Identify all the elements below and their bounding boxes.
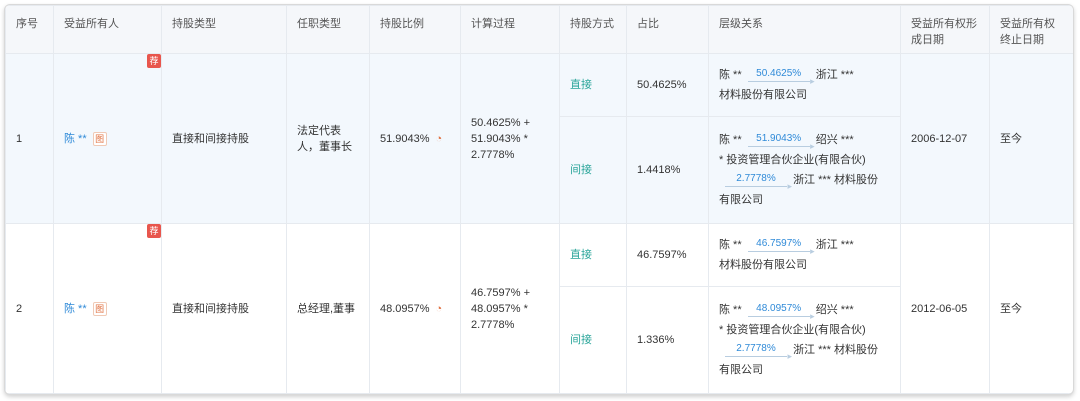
col-header-holding-type: 持股类型	[161, 5, 287, 54]
end-date: 至今	[989, 53, 1073, 224]
owner-cell: 荐 陈 ** 图	[53, 53, 162, 224]
share-value: 50.4625%	[626, 53, 709, 117]
chain-cell: 陈 ** 51.9043% 绍兴 *** * 投资管理合伙企业(有限合伙) 2.…	[708, 116, 901, 224]
chain-cell: 陈 ** 50.4625% 浙江 *** 材料股份有限公司	[708, 53, 901, 117]
owner-cell: 荐 陈 ** 图	[53, 223, 162, 394]
col-header-start-date: 受益所有权形成日期	[900, 5, 990, 54]
chain-cell: 陈 ** 46.7597% 浙江 *** 材料股份有限公司	[708, 223, 901, 287]
ratio-value: 48.0957%	[380, 302, 430, 315]
calc-process: 46.7597% + 48.0957% * 2.7778%	[460, 223, 560, 394]
role: 总经理,董事	[286, 223, 370, 394]
holding-type: 直接和间接持股	[161, 223, 287, 394]
chain-company: 浙江 *** 材料股份	[793, 174, 879, 186]
owner-name-link[interactable]: 陈 **	[64, 301, 87, 317]
chain-company-rest: 材料股份有限公司	[719, 259, 807, 271]
arrow-right-icon: 2.7778%	[725, 173, 792, 192]
pie-chart-icon[interactable]: ◔	[436, 133, 448, 145]
col-header-index: 序号	[5, 5, 54, 54]
calc-process: 50.4625% + 51.9043% * 2.7778%	[460, 53, 560, 224]
col-header-end-date: 受益所有权终止日期	[989, 5, 1073, 54]
chain-company-rest: 有限公司	[719, 364, 763, 376]
pie-chart-icon[interactable]: ◔	[436, 303, 448, 315]
chain-partnership-rest: * 投资管理合伙企业(有限合伙)	[719, 324, 866, 336]
arrow-right-icon: 46.7597%	[748, 238, 815, 257]
chain-company: 浙江 ***	[815, 69, 854, 81]
beneficial-owner-table-frame: 序号 受益所有人 持股类型 任职类型 持股比例 计算过程 持股方式 占比 层级关…	[4, 4, 1074, 395]
role: 法定代表人，董事长	[286, 53, 370, 224]
table-row: 2 荐 陈 ** 图 直接和间接持股 总经理,董事 48.0957% ◔ 46.75…	[5, 223, 1073, 394]
table-row: 1 荐 陈 ** 图 直接和间接持股 法定代表人，董事长 51.9043% ◔ 50…	[5, 53, 1073, 224]
holding-type: 直接和间接持股	[161, 53, 287, 224]
mode-indirect: 间接	[559, 116, 627, 224]
header-row: 序号 受益所有人 持股类型 任职类型 持股比例 计算过程 持股方式 占比 层级关…	[5, 5, 1073, 54]
chain-percent: 46.7597%	[756, 238, 802, 250]
ratio-cell: 48.0957% ◔	[369, 223, 461, 394]
chain-person: 陈 **	[719, 69, 742, 81]
col-header-calc: 计算过程	[460, 5, 560, 54]
start-date: 2012-06-05	[900, 223, 990, 394]
recommend-tag: 荐	[147, 224, 161, 238]
chain-percent: 50.4625%	[756, 68, 802, 80]
col-header-chain: 层级关系	[708, 5, 901, 54]
arrow-right-icon: 48.0957%	[748, 303, 815, 322]
row-index: 1	[5, 53, 54, 224]
col-header-share: 占比	[626, 5, 709, 54]
chain-company: 浙江 *** 材料股份	[793, 344, 879, 356]
arrow-right-icon: 51.9043%	[748, 133, 815, 152]
owner-name-link[interactable]: 陈 **	[64, 131, 87, 147]
col-header-role: 任职类型	[286, 5, 370, 54]
graph-icon[interactable]: 图	[92, 301, 107, 316]
chain-company-rest: 有限公司	[719, 194, 763, 206]
recommend-tag: 荐	[147, 54, 161, 68]
end-date: 至今	[989, 223, 1073, 394]
chain-partnership: 绍兴 ***	[815, 304, 854, 316]
mode-direct: 直接	[559, 223, 627, 287]
chain-cell: 陈 ** 48.0957% 绍兴 *** * 投资管理合伙企业(有限合伙) 2.…	[708, 286, 901, 394]
chain-person: 陈 **	[719, 239, 742, 251]
start-date: 2006-12-07	[900, 53, 990, 224]
beneficial-owner-table: 序号 受益所有人 持股类型 任职类型 持股比例 计算过程 持股方式 占比 层级关…	[5, 5, 1073, 394]
chain-company: 浙江 ***	[815, 239, 854, 251]
share-value: 46.7597%	[626, 223, 709, 287]
col-header-owner: 受益所有人	[53, 5, 162, 54]
chain-percent: 2.7778%	[736, 343, 776, 355]
chain-partnership-rest: * 投资管理合伙企业(有限合伙)	[719, 154, 866, 166]
graph-icon[interactable]: 图	[92, 131, 107, 146]
chain-percent: 51.9043%	[756, 133, 802, 145]
arrow-right-icon: 2.7778%	[725, 343, 792, 362]
chain-percent: 48.0957%	[756, 303, 802, 315]
chain-person: 陈 **	[719, 134, 742, 146]
chain-partnership: 绍兴 ***	[815, 134, 854, 146]
chain-person: 陈 **	[719, 304, 742, 316]
mode-indirect: 间接	[559, 286, 627, 394]
share-value: 1.336%	[626, 286, 709, 394]
chain-percent: 2.7778%	[736, 173, 776, 185]
col-header-ratio: 持股比例	[369, 5, 461, 54]
ratio-cell: 51.9043% ◔	[369, 53, 461, 224]
ratio-value: 51.9043%	[380, 132, 430, 145]
arrow-right-icon: 50.4625%	[748, 68, 815, 87]
mode-direct: 直接	[559, 53, 627, 117]
row-index: 2	[5, 223, 54, 394]
col-header-mode: 持股方式	[559, 5, 627, 54]
share-value: 1.4418%	[626, 116, 709, 224]
chain-company-rest: 材料股份有限公司	[719, 89, 807, 101]
